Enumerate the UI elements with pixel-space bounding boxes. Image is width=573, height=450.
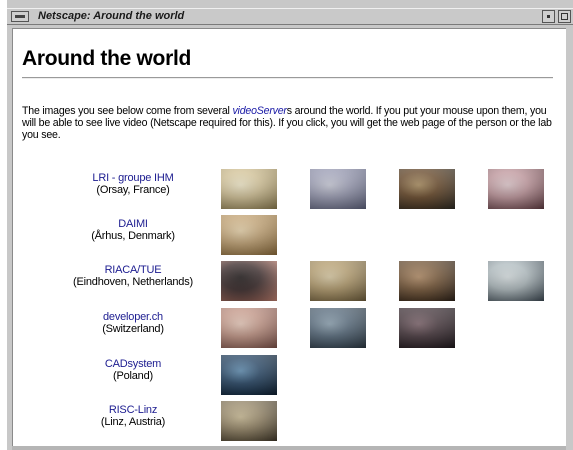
- site-location: (Orsay, France): [96, 184, 170, 196]
- webcam-person-icon[interactable]: [221, 261, 277, 301]
- webcam-office-icon[interactable]: [488, 261, 544, 301]
- webcam-office-icon[interactable]: [399, 308, 455, 348]
- window-title: Netscape: Around the world: [38, 10, 185, 22]
- site-label: CADsystem (Poland): [38, 358, 228, 382]
- site-link[interactable]: CADsystem: [38, 358, 228, 370]
- maximize-icon[interactable]: [558, 10, 571, 23]
- webcam-office-icon[interactable]: [310, 261, 366, 301]
- webcam-room-icon[interactable]: [310, 169, 366, 209]
- webcam-office-icon[interactable]: [488, 169, 544, 209]
- site-label: RIACA/TUE (Eindhoven, Netherlands): [38, 264, 228, 288]
- site-location: (Switzerland): [102, 323, 164, 335]
- site-link[interactable]: RIACA/TUE: [38, 264, 228, 276]
- site-location: (Poland): [113, 370, 153, 382]
- page-title: Around the world: [22, 47, 192, 70]
- site-label: DAIMI (Århus, Denmark): [38, 218, 228, 242]
- site-label: developer.ch (Switzerland): [38, 311, 228, 335]
- intro-text-before: The images you see below come from sever…: [22, 105, 233, 117]
- site-location: (Århus, Denmark): [91, 230, 175, 242]
- site-label: LRI - groupe IHM (Orsay, France): [38, 172, 228, 196]
- webcam-office-icon[interactable]: [399, 261, 455, 301]
- site-location: (Eindhoven, Netherlands): [73, 276, 193, 288]
- site-link[interactable]: LRI - groupe IHM: [38, 172, 228, 184]
- horizontal-rule: [22, 77, 553, 79]
- window-menu-icon[interactable]: [11, 11, 29, 22]
- webcam-person-icon[interactable]: [221, 308, 277, 348]
- webcam-room-icon[interactable]: [221, 401, 277, 441]
- title-bar[interactable]: Netscape: Around the world: [7, 8, 573, 25]
- intro-paragraph: The images you see below come from sever…: [22, 105, 562, 141]
- webcam-office-icon[interactable]: [310, 308, 366, 348]
- webcam-office-icon[interactable]: [221, 355, 277, 395]
- site-link[interactable]: developer.ch: [38, 311, 228, 323]
- webcam-person-icon[interactable]: [221, 169, 277, 209]
- minimize-icon[interactable]: [542, 10, 555, 23]
- site-location: (Linz, Austria): [100, 416, 166, 428]
- site-link[interactable]: RISC-Linz: [38, 404, 228, 416]
- page-content: Around the world The images you see belo…: [12, 28, 566, 446]
- browser-window: Netscape: Around the world Around the wo…: [7, 0, 573, 450]
- site-label: RISC-Linz (Linz, Austria): [38, 404, 228, 428]
- site-link[interactable]: DAIMI: [38, 218, 228, 230]
- horizontal-scrollbar[interactable]: [12, 446, 566, 450]
- webcam-office-icon[interactable]: [399, 169, 455, 209]
- videoserver-link[interactable]: videoServer: [232, 105, 287, 117]
- webcam-room-icon[interactable]: [221, 215, 277, 255]
